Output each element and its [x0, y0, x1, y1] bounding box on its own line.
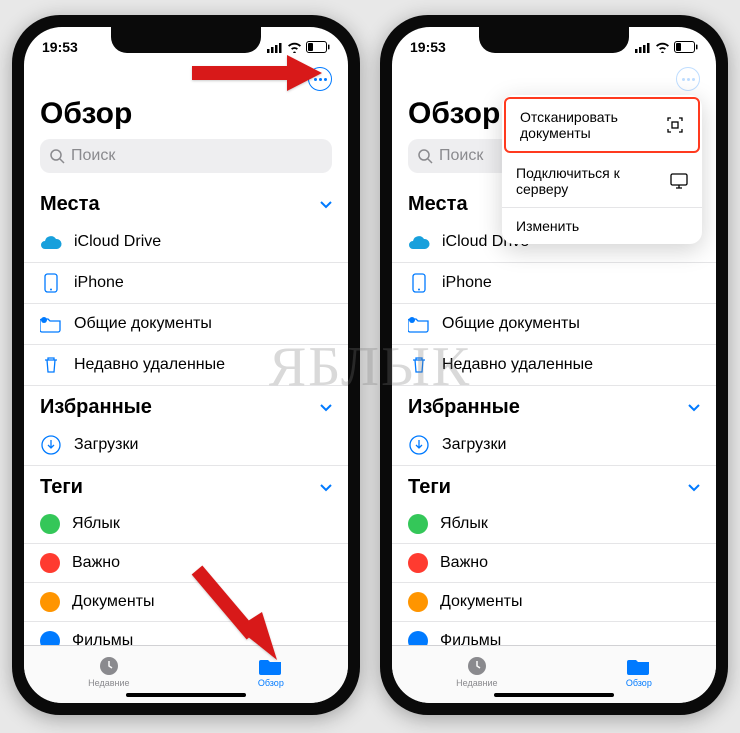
place-trash[interactable]: Недавно удаленные	[392, 345, 716, 386]
tag-item[interactable]: Важно	[392, 544, 716, 583]
signal-icon	[267, 42, 283, 53]
home-indicator[interactable]	[126, 693, 246, 697]
place-shared[interactable]: Общие документы	[24, 304, 348, 345]
chevron-down-icon	[320, 404, 332, 412]
phone-right: 19:53 Обзор Поиск Места	[380, 15, 728, 715]
status-time: 19:53	[410, 39, 446, 55]
tag-item[interactable]: Документы	[392, 583, 716, 622]
clock-icon	[97, 655, 121, 677]
section-favorites-header[interactable]: Избранные	[24, 386, 348, 425]
server-icon	[670, 173, 688, 189]
menu-scan-documents[interactable]: Отсканировать документы	[504, 97, 700, 153]
chevron-down-icon	[688, 404, 700, 412]
tag-dot-icon	[408, 631, 428, 645]
trash-icon	[40, 354, 62, 376]
chevron-down-icon	[320, 201, 332, 209]
favorite-downloads[interactable]: Загрузки	[392, 425, 716, 466]
search-icon	[50, 149, 65, 164]
phone-icon	[40, 272, 62, 294]
tag-item[interactable]: Фильмы	[392, 622, 716, 645]
chevron-down-icon	[320, 484, 332, 492]
status-time: 19:53	[42, 39, 78, 55]
context-menu: Отсканировать документы Подключиться к с…	[502, 95, 702, 244]
shared-folder-icon	[40, 313, 62, 335]
more-button[interactable]	[676, 67, 700, 91]
notch	[479, 27, 629, 53]
signal-icon	[635, 42, 651, 53]
place-iphone[interactable]: iPhone	[24, 263, 348, 304]
tab-recent[interactable]: Недавние	[456, 655, 497, 688]
battery-icon	[674, 41, 698, 53]
scan-icon	[666, 116, 684, 134]
phone-left: 19:53 Обзор Поиск Места	[12, 15, 360, 715]
search-placeholder: Поиск	[71, 147, 115, 165]
section-tags-header[interactable]: Теги	[392, 466, 716, 505]
favorite-downloads[interactable]: Загрузки	[24, 425, 348, 466]
annotation-arrow-bottom	[182, 560, 282, 675]
place-icloud[interactable]: iCloud Drive	[24, 222, 348, 263]
place-shared[interactable]: Общие документы	[392, 304, 716, 345]
battery-icon	[306, 41, 330, 53]
ellipsis-icon	[682, 78, 695, 81]
search-icon	[418, 149, 433, 164]
tag-dot-icon	[40, 592, 60, 612]
tag-item[interactable]: Яблык	[392, 505, 716, 544]
clock-icon	[465, 655, 489, 677]
tab-browse[interactable]: Обзор	[626, 655, 652, 688]
tag-dot-icon	[40, 514, 60, 534]
tag-dot-icon	[40, 553, 60, 573]
search-placeholder: Поиск	[439, 147, 483, 165]
notch	[111, 27, 261, 53]
tag-dot-icon	[408, 514, 428, 534]
place-iphone[interactable]: iPhone	[392, 263, 716, 304]
annotation-arrow-top	[192, 53, 322, 98]
download-icon	[408, 434, 430, 456]
tag-dot-icon	[408, 553, 428, 573]
search-input[interactable]: Поиск	[40, 139, 332, 173]
phone-icon	[408, 272, 430, 294]
home-indicator[interactable]	[494, 693, 614, 697]
tag-dot-icon	[408, 592, 428, 612]
tab-recent[interactable]: Недавние	[88, 655, 129, 688]
shared-folder-icon	[408, 313, 430, 335]
menu-edit[interactable]: Изменить	[502, 208, 702, 244]
folder-icon	[627, 655, 651, 677]
section-places-header[interactable]: Места	[24, 183, 348, 222]
cloud-icon	[408, 231, 430, 253]
trash-icon	[408, 354, 430, 376]
place-trash[interactable]: Недавно удаленные	[24, 345, 348, 386]
tag-item[interactable]: Яблык	[24, 505, 348, 544]
page-title: Обзор	[24, 97, 348, 139]
cloud-icon	[40, 231, 62, 253]
section-tags-header[interactable]: Теги	[24, 466, 348, 505]
wifi-icon	[655, 42, 670, 53]
section-favorites-header[interactable]: Избранные	[392, 386, 716, 425]
menu-connect-server[interactable]: Подключиться к серверу	[502, 155, 702, 208]
wifi-icon	[287, 42, 302, 53]
download-icon	[40, 434, 62, 456]
chevron-down-icon	[688, 484, 700, 492]
tag-dot-icon	[40, 631, 60, 645]
